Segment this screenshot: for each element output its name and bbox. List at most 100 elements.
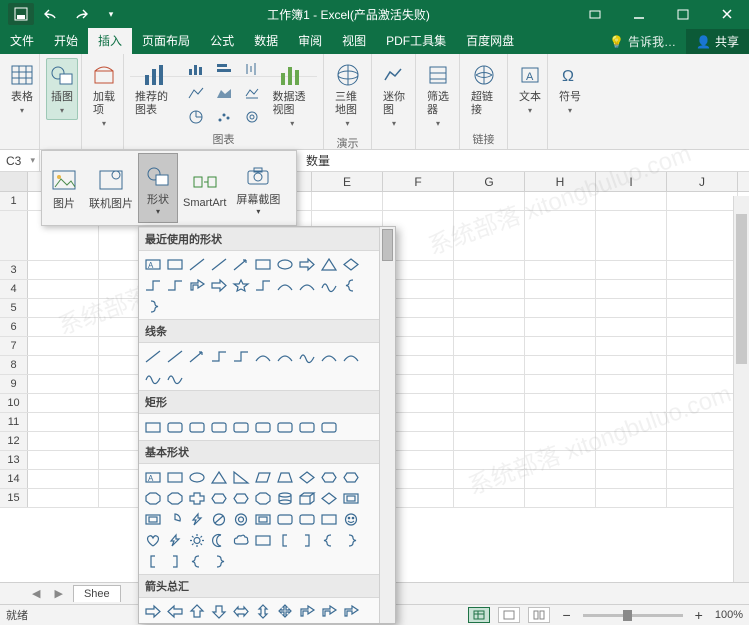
- tab-home[interactable]: 开始: [44, 28, 88, 54]
- cell[interactable]: [454, 261, 525, 279]
- cell[interactable]: [525, 489, 596, 507]
- cell[interactable]: [454, 192, 525, 210]
- maximize-button[interactable]: [661, 0, 705, 28]
- cell[interactable]: [28, 451, 99, 469]
- shape-elbow[interactable]: [231, 347, 251, 365]
- cell[interactable]: [667, 470, 738, 488]
- cell[interactable]: [28, 375, 99, 393]
- cell[interactable]: [525, 394, 596, 412]
- shape-scribble[interactable]: [143, 368, 163, 386]
- shape-oct[interactable]: [253, 489, 273, 507]
- cell[interactable]: [596, 280, 667, 298]
- close-button[interactable]: [705, 0, 749, 28]
- shape-curve[interactable]: [341, 347, 361, 365]
- shape-curve[interactable]: [275, 347, 295, 365]
- row-header[interactable]: 14: [0, 470, 28, 488]
- shape-donut[interactable]: [231, 510, 251, 528]
- shape-tri[interactable]: [209, 468, 229, 486]
- view-normal-button[interactable]: [468, 607, 490, 623]
- shape-lbrack[interactable]: [143, 552, 163, 570]
- cell[interactable]: [596, 470, 667, 488]
- tab-insert[interactable]: 插入: [88, 28, 132, 54]
- cell[interactable]: [667, 432, 738, 450]
- row-header[interactable]: 3: [0, 261, 28, 279]
- sparklines-button[interactable]: 迷你图▾: [378, 58, 410, 133]
- row-header[interactable]: 11: [0, 413, 28, 431]
- shape-rrect[interactable]: [297, 510, 317, 528]
- shape-hex[interactable]: [319, 468, 339, 486]
- shape-rrect[interactable]: [319, 418, 339, 436]
- shape-oval[interactable]: [187, 468, 207, 486]
- shape-textbox[interactable]: A: [143, 255, 163, 273]
- cell[interactable]: [28, 261, 99, 279]
- tables-button[interactable]: 表格▾: [6, 58, 38, 120]
- shape-curve[interactable]: [319, 347, 339, 365]
- shape-diamond[interactable]: [341, 255, 361, 273]
- share-button[interactable]: 👤共享: [686, 29, 749, 54]
- select-all-corner[interactable]: [0, 172, 28, 191]
- cell[interactable]: [454, 451, 525, 469]
- name-box[interactable]: C3▾: [0, 150, 40, 171]
- minimize-button[interactable]: [617, 0, 661, 28]
- row-header[interactable]: 15: [0, 489, 28, 507]
- addins-button[interactable]: 加载项▾: [88, 58, 120, 133]
- qat-customize-icon[interactable]: ▾: [98, 3, 124, 25]
- shape-moon[interactable]: [209, 531, 229, 549]
- shape-arrowline[interactable]: [187, 347, 207, 365]
- row-header[interactable]: 9: [0, 375, 28, 393]
- cell[interactable]: [596, 451, 667, 469]
- shape-rrect[interactable]: [187, 418, 207, 436]
- cell[interactable]: [28, 432, 99, 450]
- cell[interactable]: [28, 394, 99, 412]
- shape-oct[interactable]: [165, 489, 185, 507]
- cell[interactable]: [667, 375, 738, 393]
- cell[interactable]: [454, 413, 525, 431]
- cell[interactable]: [312, 192, 383, 210]
- shape-rbrace[interactable]: [143, 297, 163, 315]
- shape-bent[interactable]: [341, 602, 361, 620]
- shape-elbow[interactable]: [143, 276, 163, 294]
- shape-plus[interactable]: [187, 489, 207, 507]
- col-F[interactable]: F: [383, 172, 454, 191]
- cell[interactable]: [28, 356, 99, 374]
- view-pagelayout-button[interactable]: [498, 607, 520, 623]
- shape-cloud[interactable]: [231, 531, 251, 549]
- shape-smile[interactable]: [341, 510, 361, 528]
- cell[interactable]: [454, 394, 525, 412]
- sheet-nav-next[interactable]: ▶: [50, 587, 66, 600]
- shape-rect[interactable]: [253, 531, 273, 549]
- shape-rbrack[interactable]: [165, 552, 185, 570]
- row-header[interactable]: 13: [0, 451, 28, 469]
- cell[interactable]: [454, 299, 525, 317]
- screenshot-button[interactable]: 屏幕截图▾: [231, 153, 285, 223]
- cell[interactable]: [667, 261, 738, 279]
- shape-rect[interactable]: [143, 418, 163, 436]
- shape-cube[interactable]: [297, 489, 317, 507]
- redo-button[interactable]: [68, 3, 94, 25]
- cell[interactable]: [596, 299, 667, 317]
- shape-oval[interactable]: [275, 255, 295, 273]
- col-H[interactable]: H: [525, 172, 596, 191]
- zoom-slider[interactable]: [583, 614, 683, 617]
- gallery-scroll-thumb[interactable]: [382, 229, 393, 261]
- cell[interactable]: [525, 451, 596, 469]
- tab-review[interactable]: 审阅: [288, 28, 332, 54]
- zoom-level[interactable]: 100%: [715, 609, 743, 621]
- shape-para[interactable]: [253, 468, 273, 486]
- vertical-scrollbar[interactable]: [733, 196, 749, 582]
- shape-sun[interactable]: [187, 531, 207, 549]
- shape-can[interactable]: [275, 489, 295, 507]
- shape-rect[interactable]: [165, 468, 185, 486]
- cell[interactable]: [525, 280, 596, 298]
- cell[interactable]: [667, 337, 738, 355]
- shape-textbox[interactable]: A: [143, 468, 163, 486]
- row-header[interactable]: 5: [0, 299, 28, 317]
- shape-tri[interactable]: [319, 255, 339, 273]
- cell[interactable]: [596, 261, 667, 279]
- cell[interactable]: [596, 192, 667, 210]
- shape-rarrow[interactable]: [297, 255, 317, 273]
- cell[interactable]: [667, 489, 738, 507]
- shape-curve[interactable]: [253, 347, 273, 365]
- view-pagebreak-button[interactable]: [528, 607, 550, 623]
- zoom-slider-knob[interactable]: [623, 610, 632, 621]
